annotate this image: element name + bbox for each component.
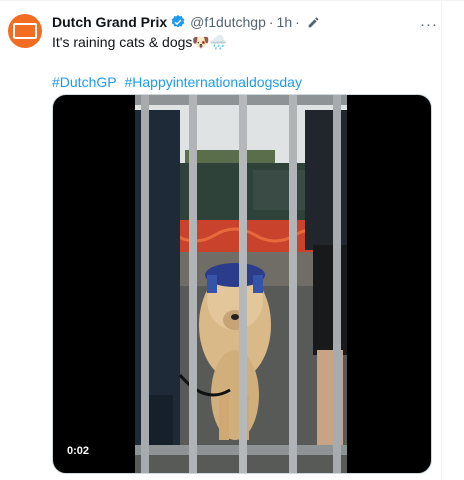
right-divider: [441, 0, 442, 480]
video-frame: [135, 95, 347, 473]
video-player[interactable]: 0:02: [52, 94, 432, 474]
hashtag-link[interactable]: #DutchGP: [52, 74, 117, 90]
tweet-header: Dutch Grand Prix @f1dutchgp · 1h ·: [52, 12, 440, 32]
verified-badge-icon[interactable]: [170, 14, 186, 30]
video-duration: 0:02: [63, 443, 94, 459]
account-name[interactable]: Dutch Grand Prix: [52, 12, 167, 32]
hashtag-link[interactable]: #Happyinternationaldogsday: [124, 74, 301, 90]
avatar-logo: [13, 23, 37, 39]
separator-dot-2: ·: [295, 14, 300, 30]
account-handle[interactable]: @f1dutchgp: [190, 12, 266, 32]
tweet: Dutch Grand Prix @f1dutchgp · 1h · ··· I…: [52, 12, 440, 92]
tweet-text: It's raining cats & dogs🐶🌧️: [52, 34, 228, 50]
separator-dot: ·: [268, 14, 274, 30]
edited-pencil-icon[interactable]: [307, 16, 320, 29]
avatar[interactable]: [8, 14, 42, 48]
post-time[interactable]: 1h: [277, 12, 293, 32]
more-options-icon[interactable]: ···: [420, 16, 438, 33]
top-divider: [0, 0, 464, 1]
hashtag-line: #DutchGP #Happyinternationaldogsday: [52, 72, 440, 92]
